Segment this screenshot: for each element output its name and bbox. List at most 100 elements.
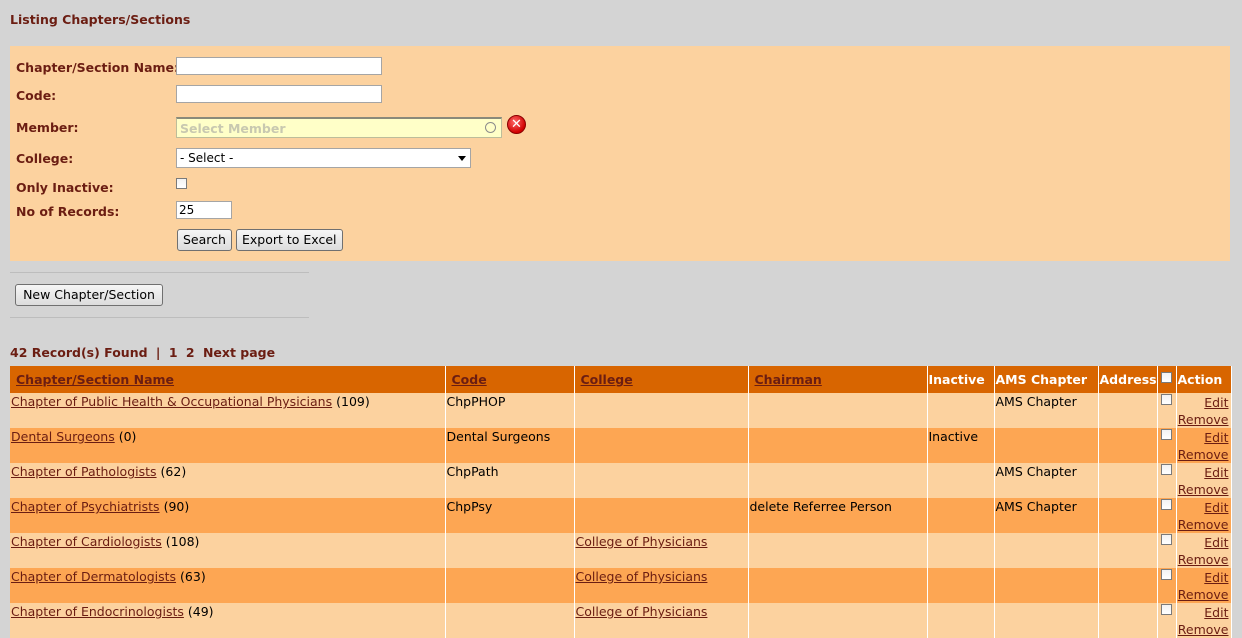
cell-inactive bbox=[927, 393, 995, 428]
cell-code: ChpPHOP bbox=[445, 393, 575, 428]
page-1-link[interactable]: 1 bbox=[169, 345, 178, 360]
table-header-row: Chapter/Section Name Code College Chairm… bbox=[10, 366, 1232, 393]
cell-college bbox=[574, 393, 749, 428]
member-count: (49) bbox=[187, 604, 214, 619]
edit-link[interactable]: Edit bbox=[1178, 429, 1228, 446]
row-select-checkbox[interactable] bbox=[1160, 499, 1172, 510]
header-address: Address bbox=[1098, 366, 1158, 393]
cell-address bbox=[1098, 428, 1158, 463]
loading-ring-icon bbox=[485, 122, 496, 133]
cell-select bbox=[1157, 533, 1177, 568]
table-row: Chapter of Cardiologists (108) College of… bbox=[10, 533, 1232, 568]
remove-link[interactable]: Remove bbox=[1178, 621, 1229, 638]
remove-link[interactable]: Remove bbox=[1178, 516, 1229, 533]
member-placeholder: Select Member bbox=[180, 121, 286, 136]
cell-chairman bbox=[748, 603, 928, 638]
edit-link[interactable]: Edit bbox=[1178, 534, 1228, 551]
edit-link[interactable]: Edit bbox=[1178, 499, 1228, 516]
remove-link[interactable]: Remove bbox=[1178, 586, 1229, 603]
cell-inactive: Inactive bbox=[927, 428, 995, 463]
page-2-link[interactable]: 2 bbox=[186, 345, 195, 360]
pager: 42 Record(s) Found | 1 2 Next page bbox=[10, 345, 279, 360]
header-select-all bbox=[1157, 366, 1177, 393]
search-button[interactable]: Search bbox=[177, 229, 232, 251]
cell-address bbox=[1098, 393, 1158, 428]
only-inactive-checkbox[interactable] bbox=[176, 178, 187, 189]
member-filter-row: Member: Select Member ✕ bbox=[10, 115, 1230, 141]
select-all-checkbox[interactable] bbox=[1160, 372, 1172, 383]
row-select-checkbox[interactable] bbox=[1160, 534, 1172, 545]
edit-link[interactable]: Edit bbox=[1178, 394, 1228, 411]
sort-chairman-link[interactable]: Chairman bbox=[755, 372, 822, 387]
new-chapter-button[interactable]: New Chapter/Section bbox=[15, 284, 163, 306]
no-of-records-input[interactable] bbox=[176, 201, 232, 219]
row-select-checkbox[interactable] bbox=[1160, 464, 1172, 475]
cell-action: Edit Remove bbox=[1176, 428, 1232, 463]
header-name[interactable]: Chapter/Section Name bbox=[10, 366, 446, 393]
code-input[interactable] bbox=[176, 85, 382, 103]
row-select-checkbox[interactable] bbox=[1160, 394, 1172, 405]
college-select-value: - Select - bbox=[180, 151, 234, 165]
cell-action: Edit Remove bbox=[1176, 603, 1232, 638]
filter-panel: Chapter/Section Name: Code: Member: Sele… bbox=[10, 46, 1230, 261]
cell-code: ChpPath bbox=[445, 463, 575, 498]
cell-select bbox=[1157, 603, 1177, 638]
remove-link[interactable]: Remove bbox=[1178, 446, 1229, 463]
edit-link[interactable]: Edit bbox=[1178, 464, 1228, 481]
sort-code-link[interactable]: Code bbox=[452, 372, 487, 387]
page-title: Listing Chapters/Sections bbox=[10, 12, 191, 27]
chapter-name-link[interactable]: Chapter of Public Health & Occupational … bbox=[11, 394, 332, 409]
chapter-name-link[interactable]: Chapter of Psychiatrists bbox=[11, 499, 160, 514]
remove-link[interactable]: Remove bbox=[1178, 411, 1229, 428]
chapter-name-link[interactable]: Chapter of Dermatologists bbox=[11, 569, 176, 584]
sort-name-link[interactable]: Chapter/Section Name bbox=[16, 372, 174, 387]
edit-link[interactable]: Edit bbox=[1178, 604, 1228, 621]
chapter-name-input[interactable] bbox=[176, 57, 382, 75]
cell-select bbox=[1157, 568, 1177, 603]
cell-inactive bbox=[927, 533, 995, 568]
chapter-name-link[interactable]: Chapter of Pathologists bbox=[11, 464, 157, 479]
clear-member-icon[interactable]: ✕ bbox=[507, 115, 526, 134]
college-link[interactable]: College of Physicians bbox=[576, 534, 708, 549]
cell-address bbox=[1098, 603, 1158, 638]
cell-select bbox=[1157, 463, 1177, 498]
header-college[interactable]: College bbox=[574, 366, 749, 393]
remove-link[interactable]: Remove bbox=[1178, 551, 1229, 568]
chapter-name-link[interactable]: Chapter of Cardiologists bbox=[11, 534, 162, 549]
chapter-name-link[interactable]: Dental Surgeons bbox=[11, 429, 115, 444]
header-ams-chapter: AMS Chapter bbox=[994, 366, 1099, 393]
member-autocomplete-input[interactable]: Select Member bbox=[176, 117, 502, 138]
cell-name: Chapter of Dermatologists (63) bbox=[10, 568, 446, 603]
cell-code: ChpPsy bbox=[445, 498, 575, 533]
row-select-checkbox[interactable] bbox=[1160, 429, 1172, 440]
row-select-checkbox[interactable] bbox=[1160, 604, 1172, 615]
remove-link[interactable]: Remove bbox=[1178, 481, 1229, 498]
cell-ams-chapter bbox=[994, 533, 1099, 568]
cell-name: Chapter of Public Health & Occupational … bbox=[10, 393, 446, 428]
records-found-text: 42 Record(s) Found bbox=[10, 345, 148, 360]
cell-chairman bbox=[748, 428, 928, 463]
cell-ams-chapter: AMS Chapter bbox=[994, 393, 1099, 428]
next-page-link[interactable]: Next page bbox=[203, 345, 275, 360]
header-code[interactable]: Code bbox=[445, 366, 575, 393]
records-filter-label: No of Records: bbox=[16, 204, 120, 219]
cell-name: Chapter of Pathologists (62) bbox=[10, 463, 446, 498]
export-excel-button[interactable]: Export to Excel bbox=[236, 229, 343, 251]
chevron-down-icon bbox=[458, 156, 466, 161]
edit-link[interactable]: Edit bbox=[1178, 569, 1228, 586]
cell-action: Edit Remove bbox=[1176, 393, 1232, 428]
row-select-checkbox[interactable] bbox=[1160, 569, 1172, 580]
college-link[interactable]: College of Physicians bbox=[576, 569, 708, 584]
divider bbox=[10, 272, 309, 273]
cell-action: Edit Remove bbox=[1176, 463, 1232, 498]
cell-inactive bbox=[927, 498, 995, 533]
inactive-filter-label: Only Inactive: bbox=[16, 180, 114, 195]
college-select[interactable]: - Select - bbox=[176, 148, 471, 168]
college-link[interactable]: College of Physicians bbox=[576, 604, 708, 619]
header-chairman[interactable]: Chairman bbox=[748, 366, 928, 393]
chapter-name-link[interactable]: Chapter of Endocrinologists bbox=[11, 604, 184, 619]
cell-address bbox=[1098, 533, 1158, 568]
cell-action: Edit Remove bbox=[1176, 568, 1232, 603]
sort-college-link[interactable]: College bbox=[581, 372, 633, 387]
cell-inactive bbox=[927, 463, 995, 498]
